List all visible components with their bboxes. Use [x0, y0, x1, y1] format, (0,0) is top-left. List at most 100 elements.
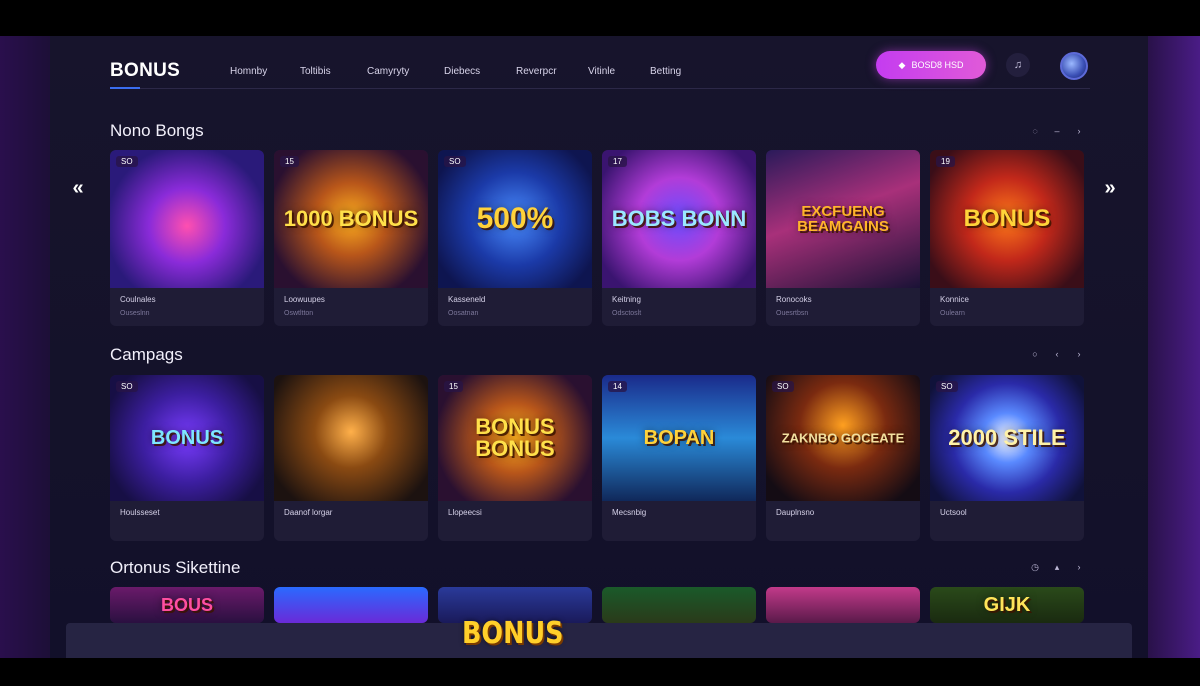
- promo-card-image: 15 1000 BONUS: [274, 150, 428, 288]
- header-divider: [110, 87, 1090, 89]
- promo-art-title: 500%: [476, 202, 554, 235]
- promo-card[interactable]: [274, 587, 428, 623]
- promo-card[interactable]: SO 500% Kasseneld Oosatnan: [438, 150, 592, 326]
- promo-card[interactable]: [766, 587, 920, 623]
- promo-card-image: BOUS: [110, 587, 264, 623]
- promo-art-title: 1000 BONUS: [283, 206, 419, 231]
- card-title: Dauplnsno: [776, 508, 815, 517]
- notification-button[interactable]: ♫: [1006, 53, 1030, 77]
- card-subtitle: Oosatnan: [448, 310, 479, 317]
- active-indicator: [110, 87, 140, 89]
- promo-card[interactable]: SO ZAKNBO GOCEATE Dauplnsno: [766, 375, 920, 541]
- section-1-controls: ◌ – ›: [1028, 124, 1086, 138]
- card-meta: Keitning Odsctoslt: [602, 288, 756, 326]
- card-meta: Mecsnbig: [602, 501, 756, 541]
- chevron-right-icon[interactable]: ›: [1072, 124, 1086, 138]
- main-panel: BONUS Homnby Toltibis Camyryty Diebecs R…: [50, 36, 1148, 658]
- promo-card-image: [274, 587, 428, 623]
- chevron-right-icon[interactable]: ›: [1072, 347, 1086, 361]
- promo-card-image: SO: [110, 150, 264, 288]
- card-title: Daanof lorgar: [284, 508, 333, 517]
- promo-card-image: 17 BOBS BONN: [602, 150, 756, 288]
- card-row-2: SO BONUS Houlsseset Daanof lorgar 15 BONUS BO…: [110, 375, 1084, 541]
- promo-card[interactable]: BOUS: [110, 587, 264, 623]
- card-meta: Llopeecsi: [438, 501, 592, 541]
- card-meta: Ronocoks Ouesrtbsn: [766, 288, 920, 326]
- promo-card[interactable]: 14 BOPAN Mecsnbig: [602, 375, 756, 541]
- promo-card[interactable]: SO Coulnales Ouseslnn: [110, 150, 264, 326]
- card-badge: SO: [116, 156, 138, 167]
- card-title: Llopeecsi: [448, 508, 482, 517]
- promo-card[interactable]: 15 1000 BONUS Loowuupes Oswtltton: [274, 150, 428, 326]
- promo-card[interactable]: EXCFUENG BEAMGAINS Ronocoks Ouesrtbsn: [766, 150, 920, 326]
- card-meta: Coulnales Ouseslnn: [110, 288, 264, 326]
- deposit-button-label: BOSD8 HSD: [911, 60, 964, 70]
- nav-item-home[interactable]: Homnby: [230, 66, 300, 77]
- card-badge: SO: [116, 381, 138, 392]
- card-meta: Uctsool: [930, 501, 1084, 541]
- card-badge: 14: [608, 381, 627, 392]
- footer-bar: [66, 623, 1132, 658]
- promo-card[interactable]: SO BONUS Houlsseset: [110, 375, 264, 541]
- main-nav: Homnby Toltibis Camyryty Diebecs Reverpc…: [230, 66, 710, 77]
- promo-card-image: 14 BOPAN: [602, 375, 756, 501]
- card-badge: SO: [772, 381, 794, 392]
- carousel-next-arrow[interactable]: »: [1100, 176, 1120, 200]
- card-title: Ronocoks: [776, 295, 812, 304]
- promo-art-title: ZAKNBO GOCEATE: [781, 430, 905, 446]
- chevron-right-icon[interactable]: ›: [1072, 560, 1086, 574]
- nav-item-rewards[interactable]: Reverpcr: [516, 66, 588, 77]
- promo-card-image: 15 BONUS BONUS: [438, 375, 592, 501]
- promo-card-image: EXCFUENG BEAMGAINS: [766, 150, 920, 288]
- card-subtitle: Odsctoslt: [612, 310, 642, 317]
- promo-card[interactable]: SO 2000 STILE Uctsool: [930, 375, 1084, 541]
- promo-card-image: SO 2000 STILE: [930, 375, 1084, 501]
- card-badge: 19: [936, 156, 955, 167]
- promo-art-title: GIJK: [983, 594, 1031, 616]
- promo-card-image: SO ZAKNBO GOCEATE: [766, 375, 920, 501]
- triangle-up-icon[interactable]: ▴: [1050, 560, 1064, 574]
- chevron-left-icon[interactable]: ‹: [1050, 347, 1064, 361]
- promo-card-image: 19 BONUS: [930, 150, 1084, 288]
- minus-icon[interactable]: –: [1050, 124, 1064, 138]
- promo-card[interactable]: 19 BONUS Konnice Oulearn: [930, 150, 1084, 326]
- section-title-2: Campags: [110, 345, 183, 364]
- card-meta: Kasseneld Oosatnan: [438, 288, 592, 326]
- site-logo[interactable]: BONUS: [110, 60, 230, 82]
- deposit-button[interactable]: ◆ BOSD8 HSD: [876, 51, 986, 79]
- carousel-prev-arrow[interactable]: «: [68, 176, 88, 200]
- card-title: Houlsseset: [120, 508, 160, 517]
- promo-art-title: BONUS BONUS: [475, 414, 555, 461]
- nav-item-vip[interactable]: Vitinle: [588, 66, 650, 77]
- nav-item-betting[interactable]: Betting: [650, 66, 710, 77]
- promo-card[interactable]: Daanof lorgar: [274, 375, 428, 541]
- section-3-controls: ◷ ▴ ›: [1028, 560, 1086, 574]
- promo-art-title: BONUS: [963, 205, 1051, 232]
- promo-card[interactable]: GIJK: [930, 587, 1084, 623]
- card-meta: Daanof lorgar: [274, 501, 428, 541]
- promo-art-title: BOPAN: [643, 427, 715, 449]
- circle-icon[interactable]: ○: [1028, 347, 1042, 361]
- page-background: BONUS Homnby Toltibis Camyryty Diebecs R…: [0, 36, 1200, 658]
- card-title: Kasseneld: [448, 295, 486, 304]
- promo-card[interactable]: 15 BONUS BONUS Llopeecsi: [438, 375, 592, 541]
- promo-card[interactable]: [602, 587, 756, 623]
- nav-item-dashboard[interactable]: Diebecs: [444, 66, 516, 77]
- card-subtitle: Ouesrtbsn: [776, 310, 809, 317]
- promo-card-image: [274, 375, 428, 501]
- card-badge: 17: [608, 156, 627, 167]
- card-row-3: BOUS GIJK: [110, 587, 1084, 623]
- promo-card-image: [766, 587, 920, 623]
- card-badge: 15: [280, 156, 299, 167]
- promo-card-image: [602, 587, 756, 623]
- card-title: Uctsool: [940, 508, 967, 517]
- nav-item-tournaments[interactable]: Toltibis: [300, 66, 367, 77]
- nav-item-community[interactable]: Camyryty: [367, 66, 444, 77]
- card-meta: Houlsseset: [110, 501, 264, 541]
- section-2-controls: ○ ‹ ›: [1028, 347, 1086, 361]
- user-avatar[interactable]: [1060, 52, 1088, 80]
- card-badge: SO: [936, 381, 958, 392]
- promo-card[interactable]: 17 BOBS BONN Keitning Odsctoslt: [602, 150, 756, 326]
- clock-icon[interactable]: ◷: [1028, 560, 1042, 574]
- chat-icon[interactable]: ◌: [1028, 124, 1042, 138]
